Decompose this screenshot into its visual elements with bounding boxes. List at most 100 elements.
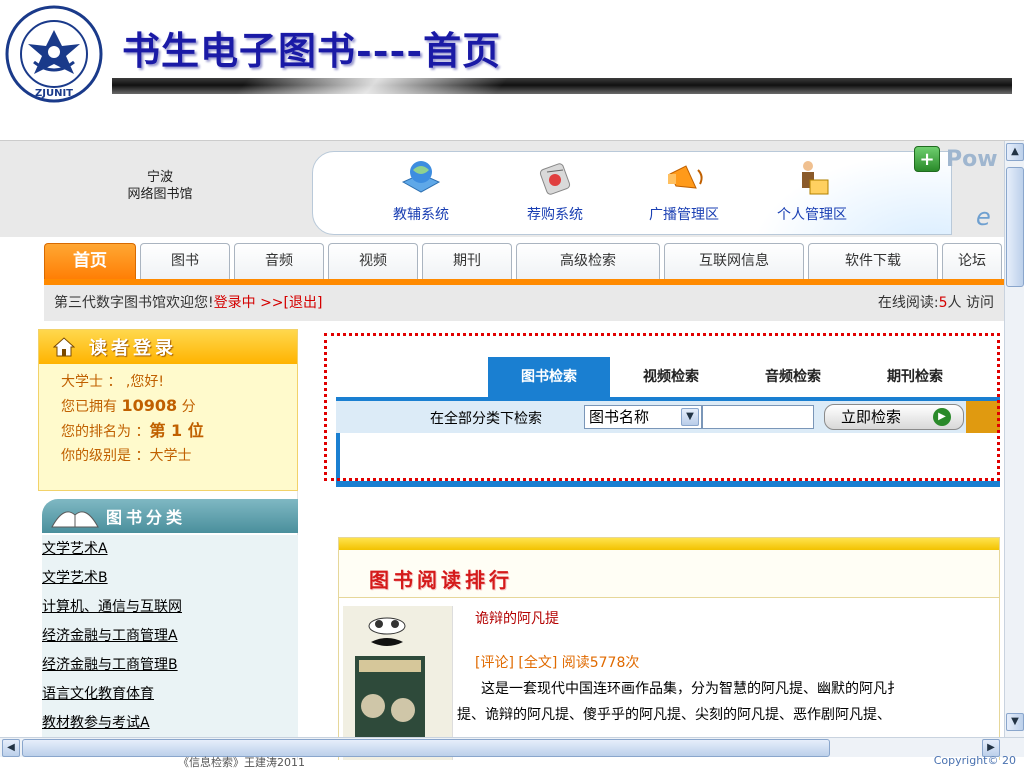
tab-video-search[interactable]: 视频检索 — [610, 357, 732, 397]
search-bar: 在全部分类下检索 图书名称 ▼ 立即检索 ▶ — [336, 397, 1000, 433]
tab-internet-info[interactable]: 互联网信息 — [664, 243, 804, 283]
person-folder-icon — [802, 161, 829, 195]
scroll-up-icon[interactable]: ▲ — [1006, 143, 1024, 161]
book-title-link[interactable]: 诡辩的阿凡提 — [475, 608, 559, 628]
system-tutoring-label: 教辅系统 — [393, 207, 449, 223]
horizontal-scroll-thumb[interactable] — [22, 739, 830, 757]
category-item[interactable]: 文学艺术B — [42, 564, 298, 593]
book-description-cont: 提、诡辩的阿凡提、傻乎乎的阿凡提、尖刻的阿凡提、恶作剧阿凡提、 — [457, 707, 891, 723]
book-meta[interactable]: [评论] [全文] 阅读5778次 — [475, 652, 639, 672]
search-tabs: 图书检索 视频检索 音频检索 期刊检索 — [488, 357, 976, 397]
online-unit: 人 — [947, 295, 962, 311]
system-recommend[interactable]: 荐购系统 — [527, 152, 583, 224]
library-name-line2: 网络图书馆 — [127, 187, 193, 202]
reader-login-header: 读者登录 — [39, 330, 297, 364]
home-icon — [53, 337, 75, 357]
slide-title: 书生电子图书----首页 — [122, 28, 502, 73]
logout-link[interactable]: >>[退出] — [260, 295, 322, 311]
search-button[interactable]: 立即检索 ▶ — [824, 404, 964, 430]
systems-panel: 教辅系统 荐购系统 广播管理区 个人管理区 — [312, 151, 952, 235]
globe-book-icon — [401, 161, 441, 193]
category-header: 图书分类 — [42, 499, 298, 533]
system-personal[interactable]: 个人管理区 — [777, 152, 847, 224]
horizontal-scrollbar[interactable]: ◀ ▶ — [0, 737, 1024, 757]
rank-label: 您的排名为 ： — [61, 424, 150, 440]
powered-text: Pow — [946, 146, 998, 172]
site-header: 宁波 网络图书馆 教辅系统 荐购系统 广播管理区 个人管理区 + Pow e — [0, 141, 1004, 237]
system-personal-label: 个人管理区 — [777, 207, 847, 223]
tab-books[interactable]: 图书 — [140, 243, 230, 283]
plus-icon: + — [914, 146, 940, 172]
category-item[interactable]: 教材教参与考试A — [42, 709, 298, 738]
left-column: 读者登录 大学士 ： ,您好! 您已拥有 10908 分 您的排名为 ：第 1 … — [38, 329, 298, 760]
online-label: 在线阅读: — [877, 295, 939, 311]
vertical-scroll-thumb[interactable] — [1006, 167, 1024, 287]
reader-login-box: 读者登录 大学士 ： ,您好! 您已拥有 10908 分 您的排名为 ：第 1 … — [38, 329, 298, 491]
vertical-scrollbar[interactable]: ▲ ▼ — [1004, 141, 1024, 737]
powered-by[interactable]: + Pow — [914, 143, 998, 175]
tab-audio-search[interactable]: 音频检索 — [732, 357, 854, 397]
tab-video[interactable]: 视频 — [328, 243, 418, 283]
category-list: 文学艺术A 文学艺术B 计算机、通信与互联网 经济金融与工商管理A 经济金融与工… — [42, 535, 298, 738]
tab-audio[interactable]: 音频 — [234, 243, 324, 283]
reading-ranking: 图书阅读排行 诡辩的阿凡提 [评论] [全文] 阅读5778次 这是一套现代中国… — [338, 537, 1000, 760]
rank-value: 第 1 位 — [149, 421, 204, 440]
system-tutoring[interactable]: 教辅系统 — [393, 152, 449, 224]
open-book-icon — [51, 511, 99, 528]
points-value: 10908 — [121, 396, 178, 415]
login-points-row: 您已拥有 10908 分 — [61, 394, 297, 419]
scroll-left-icon[interactable]: ◀ — [2, 739, 20, 757]
welcome-bar: 第三代数字图书馆欢迎您!登录中 >>[退出] 在线阅读:5人 访问 — [44, 285, 1004, 321]
search-field-value: 图书名称 — [589, 408, 650, 426]
logo-text: ZJUNIT — [35, 88, 73, 99]
system-broadcast-label: 广播管理区 — [649, 207, 719, 223]
title-underline-bar — [112, 78, 1012, 94]
points-unit: 分 — [181, 399, 196, 415]
library-name-line1: 宁波 — [146, 170, 173, 185]
search-button-label: 立即检索 — [841, 408, 902, 426]
tab-journals[interactable]: 期刊 — [422, 243, 512, 283]
category-item[interactable]: 语言文化教育体育 — [42, 680, 298, 709]
tab-forum[interactable]: 论坛 — [942, 243, 1002, 283]
points-label: 您已拥有 — [61, 399, 117, 415]
newspaper-icon — [539, 163, 571, 195]
tab-home[interactable]: 首页 — [44, 243, 136, 283]
login-level: 你的级别是 ：大学士 — [61, 448, 192, 464]
search-bottom-line — [336, 481, 1000, 487]
tab-advanced-search[interactable]: 高级检索 — [516, 243, 660, 283]
ie-swirl-icon: e — [976, 203, 991, 231]
search-area: 图书检索 视频检索 音频检索 期刊检索 在全部分类下检索 图书名称 ▼ 立即检索… — [324, 335, 1000, 481]
slide: ZJUNIT 书生电子图书----首页 宁波 网络图书馆 教辅系统 荐购系统 广… — [0, 0, 1024, 768]
tab-software-download[interactable]: 软件下载 — [808, 243, 938, 283]
category-item[interactable]: 计算机、通信与互联网 — [42, 593, 298, 622]
online-count: 5 — [938, 295, 948, 311]
chevron-down-icon[interactable]: ▼ — [681, 408, 699, 426]
ranking-top-strip — [339, 538, 999, 550]
tab-book-search[interactable]: 图书检索 — [488, 357, 610, 397]
university-logo-icon: ZJUNIT — [5, 5, 103, 103]
search-input[interactable] — [702, 405, 814, 429]
category-title: 图书分类 — [106, 508, 187, 527]
system-broadcast[interactable]: 广播管理区 — [649, 152, 719, 224]
footer-right: Copyright© 20 — [933, 754, 1016, 767]
search-bar-end — [966, 401, 1000, 433]
reader-login-title: 读者登录 — [89, 338, 177, 359]
search-scope-label: 在全部分类下检索 — [430, 411, 542, 427]
tab-journal-search[interactable]: 期刊检索 — [854, 357, 976, 397]
category-item[interactable]: 经济金融与工商管理B — [42, 651, 298, 680]
category-item[interactable]: 经济金融与工商管理A — [42, 622, 298, 651]
welcome-greeting: 第三代数字图书馆欢迎您! — [54, 295, 214, 311]
login-rank-row: 您的排名为 ：第 1 位 — [61, 419, 297, 444]
library-name: 宁波 网络图书馆 — [110, 169, 210, 203]
visit-label: 访问 — [966, 295, 994, 311]
search-lower-panel — [336, 433, 1000, 481]
ranking-title: 图书阅读排行 — [369, 568, 513, 592]
slide-footer: 《信息检索》王建涛2011 Copyright© 20 — [0, 754, 1024, 768]
search-field-select[interactable]: 图书名称 ▼ — [584, 405, 702, 429]
book-description: 这是一套现代中国连环画作品集，分为智慧的阿凡提、幽默的阿凡扌 — [481, 681, 901, 697]
footer-left: 《信息检索》王建涛2011 — [178, 756, 305, 768]
scroll-down-icon[interactable]: ▼ — [1006, 713, 1024, 731]
login-greeting: 大学士 ： ,您好! — [61, 374, 164, 390]
category-item[interactable]: 文学艺术A — [42, 535, 298, 564]
megaphone-icon — [668, 165, 703, 189]
